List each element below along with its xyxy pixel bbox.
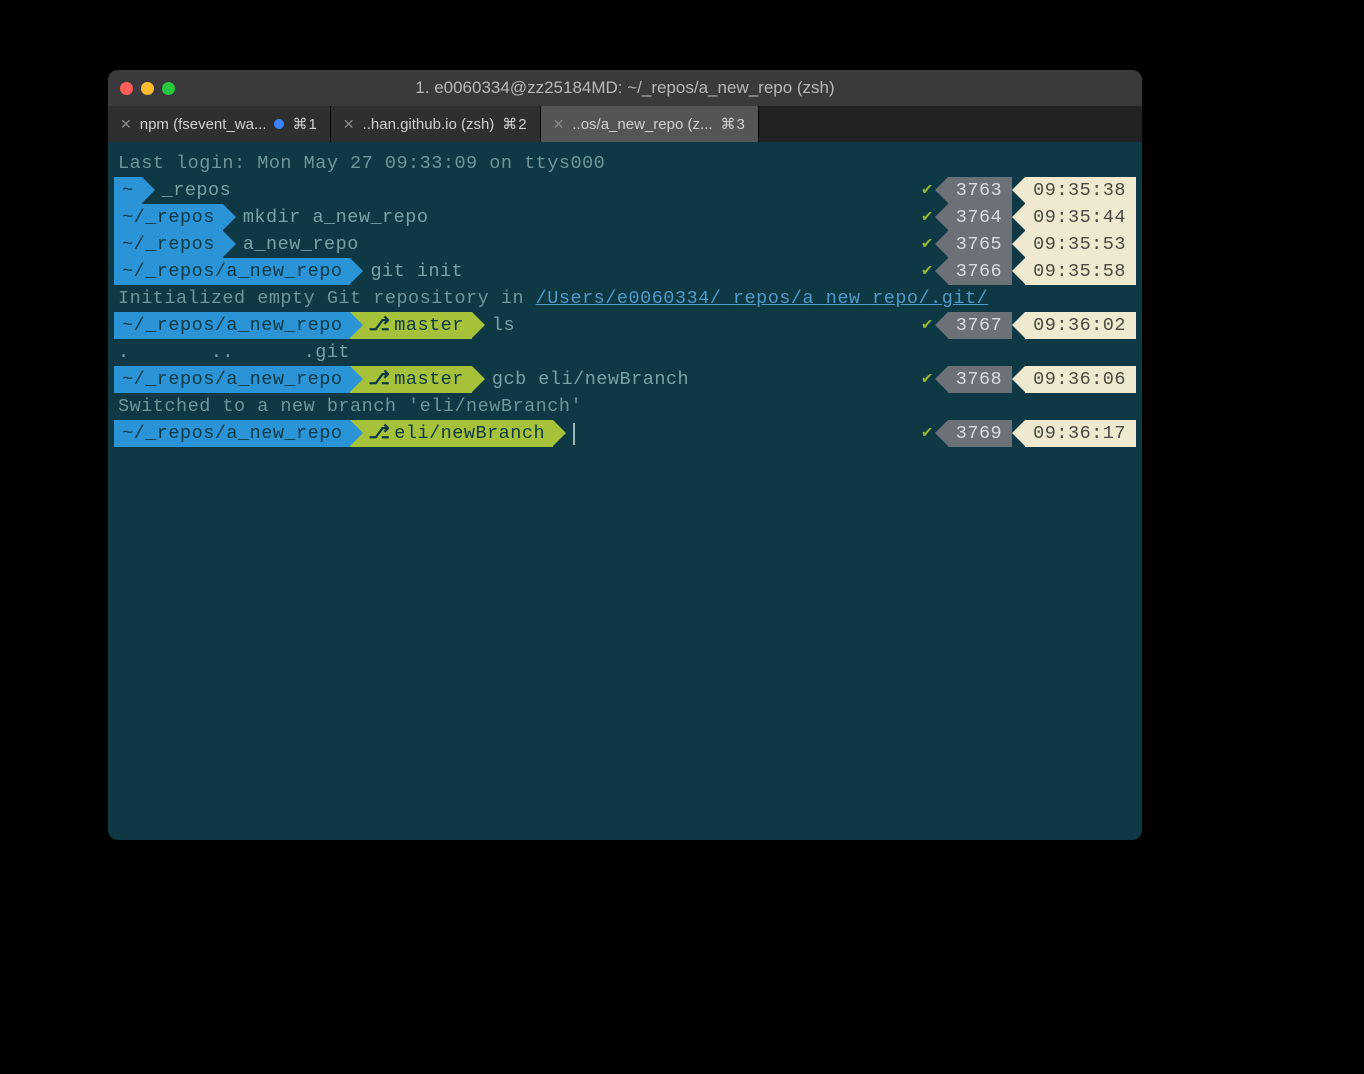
close-tab-icon[interactable]: ✕ (343, 116, 355, 133)
branch-segment: ⎇master (350, 366, 471, 393)
history-segment: 3769 (948, 420, 1012, 447)
git-branch-icon: ⎇ (368, 312, 390, 339)
close-tab-icon[interactable]: ✕ (553, 116, 565, 133)
time-segment: 09:36:02 (1025, 312, 1136, 339)
check-icon: ✔ (922, 312, 933, 339)
git-branch-icon: ⎇ (368, 420, 390, 447)
path-segment: ~/_repos/a_new_repo (114, 366, 350, 393)
maximize-window-button[interactable] (162, 82, 175, 95)
output-text: Initialized empty Git repository in (118, 285, 536, 312)
ls-output: . .. .git (114, 339, 1136, 366)
history-segment: 3765 (948, 231, 1012, 258)
close-window-button[interactable] (120, 82, 133, 95)
git-init-output: Initialized empty Git repository in /Use… (114, 285, 1136, 312)
activity-dot-icon (274, 119, 284, 129)
command-text: git init (370, 258, 463, 285)
time-segment: 09:35:44 (1025, 204, 1136, 231)
check-icon: ✔ (922, 420, 933, 447)
switch-branch-output: Switched to a new branch 'eli/newBranch' (114, 393, 1136, 420)
check-icon: ✔ (922, 177, 933, 204)
git-branch-icon: ⎇ (368, 366, 390, 393)
branch-name: master (394, 366, 464, 393)
right-status: ✔ 3767 09:36:02 (922, 312, 1136, 339)
right-status: ✔ 3765 09:35:53 (922, 231, 1136, 258)
prompt-row: ~ _repos ✔ 3763 09:35:38 (114, 177, 1136, 204)
prompt-row: ~/_repos mkdir a_new_repo ✔ 3764 09:35:4… (114, 204, 1136, 231)
tab-shortcut: ⌘3 (720, 115, 745, 133)
right-status: ✔ 3763 09:35:38 (922, 177, 1136, 204)
prompt-row: ~/_repos a_new_repo ✔ 3765 09:35:53 (114, 231, 1136, 258)
tab-shortcut: ⌘2 (502, 115, 527, 133)
tab-1[interactable]: ✕ npm (fsevent_wa... ⌘1 (108, 106, 331, 142)
tab-label: npm (fsevent_wa... (140, 116, 267, 133)
right-status: ✔ 3766 09:35:58 (922, 258, 1136, 285)
command-text: mkdir a_new_repo (243, 204, 429, 231)
branch-segment: ⎇master (350, 312, 471, 339)
path-segment: ~/_repos/a_new_repo (114, 258, 350, 285)
time-segment: 09:36:06 (1025, 366, 1136, 393)
branch-name: eli/newBranch (394, 420, 545, 447)
terminal-content[interactable]: Last login: Mon May 27 09:33:09 on ttys0… (108, 142, 1142, 455)
tab-3[interactable]: ✕ ..os/a_new_repo (z... ⌘3 (541, 106, 759, 142)
tab-label: ..os/a_new_repo (z... (572, 116, 712, 133)
tab-bar: ✕ npm (fsevent_wa... ⌘1 ✕ ..han.github.i… (108, 106, 1142, 142)
command-text: a_new_repo (243, 231, 359, 258)
command-text: _repos (162, 177, 232, 204)
window-title: 1. e0060334@zz25184MD: ~/_repos/a_new_re… (108, 78, 1142, 98)
repo-path-link[interactable]: /Users/e0060334/_repos/a_new_repo/.git/ (536, 285, 988, 312)
path-segment: ~/_repos/a_new_repo (114, 312, 350, 339)
history-segment: 3768 (948, 366, 1012, 393)
terminal-window: 1. e0060334@zz25184MD: ~/_repos/a_new_re… (108, 70, 1142, 840)
prompt-row: ~/_repos/a_new_repo git init ✔ 3766 09:3… (114, 258, 1136, 285)
path-segment: ~/_repos (114, 231, 223, 258)
last-login-line: Last login: Mon May 27 09:33:09 on ttys0… (114, 150, 1136, 177)
tab-2[interactable]: ✕ ..han.github.io (zsh) ⌘2 (331, 106, 541, 142)
time-segment: 09:35:38 (1025, 177, 1136, 204)
close-tab-icon[interactable]: ✕ (120, 116, 132, 133)
check-icon: ✔ (922, 366, 933, 393)
check-icon: ✔ (922, 231, 933, 258)
prompt-row: ~/_repos/a_new_repo ⎇master ls ✔ 3767 09… (114, 312, 1136, 339)
path-segment: ~/_repos/a_new_repo (114, 420, 350, 447)
history-segment: 3764 (948, 204, 1012, 231)
path-segment: ~/_repos (114, 204, 223, 231)
right-status: ✔ 3769 09:36:17 (922, 420, 1136, 447)
history-segment: 3767 (948, 312, 1012, 339)
time-segment: 09:35:53 (1025, 231, 1136, 258)
branch-name: master (394, 312, 464, 339)
history-segment: 3766 (948, 258, 1012, 285)
check-icon: ✔ (922, 204, 933, 231)
path-segment: ~ (114, 177, 142, 204)
check-icon: ✔ (922, 258, 933, 285)
right-status: ✔ 3764 09:35:44 (922, 204, 1136, 231)
time-segment: 09:35:58 (1025, 258, 1136, 285)
titlebar[interactable]: 1. e0060334@zz25184MD: ~/_repos/a_new_re… (108, 70, 1142, 106)
prompt-row: ~/_repos/a_new_repo ⎇master gcb eli/newB… (114, 366, 1136, 393)
tab-label: ..han.github.io (zsh) (363, 116, 495, 133)
branch-segment: ⎇eli/newBranch (350, 420, 553, 447)
tab-shortcut: ⌘1 (292, 115, 317, 133)
traffic-lights (120, 82, 175, 95)
command-text: ls (492, 312, 515, 339)
history-segment: 3763 (948, 177, 1012, 204)
text-cursor[interactable] (573, 423, 575, 445)
prompt-row-current: ~/_repos/a_new_repo ⎇eli/newBranch ✔ 376… (114, 420, 1136, 447)
minimize-window-button[interactable] (141, 82, 154, 95)
time-segment: 09:36:17 (1025, 420, 1136, 447)
right-status: ✔ 3768 09:36:06 (922, 366, 1136, 393)
command-text: gcb eli/newBranch (492, 366, 689, 393)
